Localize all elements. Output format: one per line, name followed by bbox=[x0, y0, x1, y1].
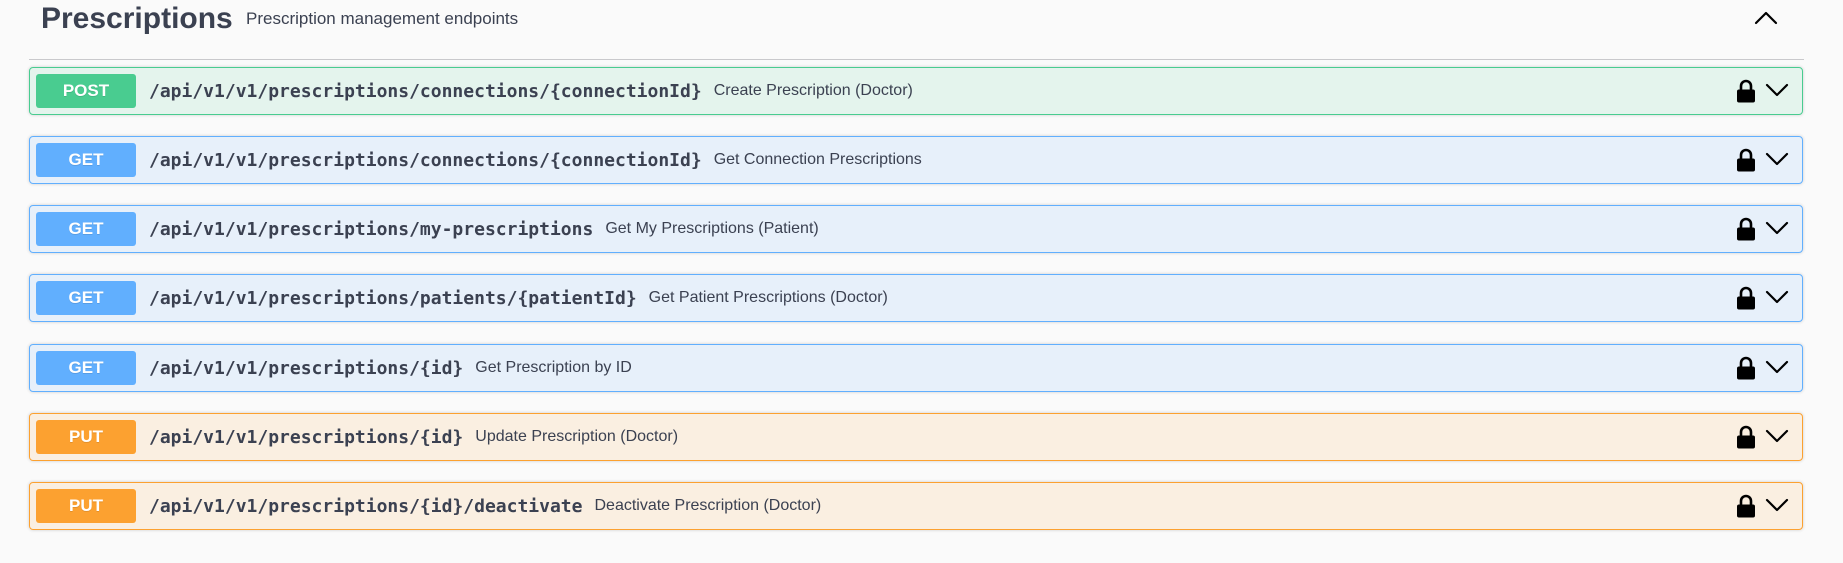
expand-button[interactable] bbox=[1764, 80, 1790, 100]
endpoint-summary: Create Prescription (Doctor) bbox=[713, 82, 913, 99]
endpoint-path[interactable]: /api/v1/v1/prescriptions/my-prescription… bbox=[149, 219, 593, 240]
endpoint-summary: Get Connection Prescriptions bbox=[713, 151, 922, 168]
endpoint-path[interactable]: /api/v1/v1/prescriptions/connections/{co… bbox=[149, 150, 702, 171]
authorize-button[interactable] bbox=[1734, 424, 1758, 450]
method-badge: GET bbox=[36, 281, 136, 315]
authorize-button[interactable] bbox=[1734, 493, 1758, 519]
endpoint-path[interactable]: /api/v1/v1/prescriptions/connections/{co… bbox=[149, 81, 702, 102]
endpoint-summary: Update Prescription (Doctor) bbox=[475, 428, 679, 445]
opblock-get-connection-prescriptions[interactable]: GET /api/v1/v1/prescriptions/connections… bbox=[29, 136, 1803, 184]
endpoint-summary: Deactivate Prescription (Doctor) bbox=[594, 497, 822, 514]
chevron-up-icon bbox=[1754, 11, 1778, 25]
lock-icon bbox=[1737, 356, 1755, 380]
tag-description: Prescription management endpoints bbox=[246, 9, 519, 28]
expand-button[interactable] bbox=[1764, 426, 1790, 446]
chevron-down-icon bbox=[1765, 290, 1789, 304]
endpoint-path[interactable]: /api/v1/v1/prescriptions/patients/{patie… bbox=[149, 288, 637, 309]
endpoint-summary: Get My Prescriptions (Patient) bbox=[605, 220, 819, 237]
endpoint-summary: Get Prescription by ID bbox=[475, 359, 632, 376]
expand-button[interactable] bbox=[1764, 357, 1790, 377]
expand-button[interactable] bbox=[1764, 287, 1790, 307]
chevron-down-icon bbox=[1765, 498, 1789, 512]
authorize-button[interactable] bbox=[1734, 147, 1758, 173]
lock-icon bbox=[1737, 217, 1755, 241]
endpoint-path[interactable]: /api/v1/v1/prescriptions/{id} bbox=[149, 358, 463, 379]
opblock-put-update-prescription[interactable]: PUT /api/v1/v1/prescriptions/{id} Update… bbox=[29, 413, 1803, 461]
collapse-button[interactable] bbox=[1748, 4, 1784, 32]
method-badge: PUT bbox=[36, 420, 136, 454]
expand-button[interactable] bbox=[1764, 495, 1790, 515]
opblock-get-my-prescriptions[interactable]: GET /api/v1/v1/prescriptions/my-prescrip… bbox=[29, 205, 1803, 253]
opblock-get-prescription-by-id[interactable]: GET /api/v1/v1/prescriptions/{id} Get Pr… bbox=[29, 344, 1803, 392]
endpoint-path[interactable]: /api/v1/v1/prescriptions/{id} bbox=[149, 427, 463, 448]
expand-button[interactable] bbox=[1764, 218, 1790, 238]
chevron-down-icon bbox=[1765, 429, 1789, 443]
lock-icon bbox=[1737, 148, 1755, 172]
lock-icon bbox=[1737, 286, 1755, 310]
authorize-button[interactable] bbox=[1734, 355, 1758, 381]
tag-title: Prescriptions bbox=[41, 2, 233, 35]
endpoint-path[interactable]: /api/v1/v1/prescriptions/{id}/deactivate bbox=[149, 496, 582, 517]
chevron-down-icon bbox=[1765, 221, 1789, 235]
endpoint-summary: Get Patient Prescriptions (Doctor) bbox=[648, 289, 888, 306]
lock-icon bbox=[1737, 425, 1755, 449]
opblock-get-patient-prescriptions[interactable]: GET /api/v1/v1/prescriptions/patients/{p… bbox=[29, 274, 1803, 322]
lock-icon bbox=[1737, 494, 1755, 518]
expand-button[interactable] bbox=[1764, 149, 1790, 169]
opblock-put-deactivate-prescription[interactable]: PUT /api/v1/v1/prescriptions/{id}/deacti… bbox=[29, 482, 1803, 530]
method-badge: GET bbox=[36, 212, 136, 246]
tag-header[interactable]: Prescriptions Prescription management en… bbox=[29, 0, 1804, 60]
lock-icon bbox=[1737, 79, 1755, 103]
method-badge: GET bbox=[36, 143, 136, 177]
chevron-down-icon bbox=[1765, 360, 1789, 374]
authorize-button[interactable] bbox=[1734, 285, 1758, 311]
opblock-post-create-prescription[interactable]: POST /api/v1/v1/prescriptions/connection… bbox=[29, 67, 1803, 115]
method-badge: PUT bbox=[36, 489, 136, 523]
chevron-down-icon bbox=[1765, 152, 1789, 166]
authorize-button[interactable] bbox=[1734, 78, 1758, 104]
chevron-down-icon bbox=[1765, 83, 1789, 97]
authorize-button[interactable] bbox=[1734, 216, 1758, 242]
method-badge: POST bbox=[36, 74, 136, 108]
method-badge: GET bbox=[36, 351, 136, 385]
